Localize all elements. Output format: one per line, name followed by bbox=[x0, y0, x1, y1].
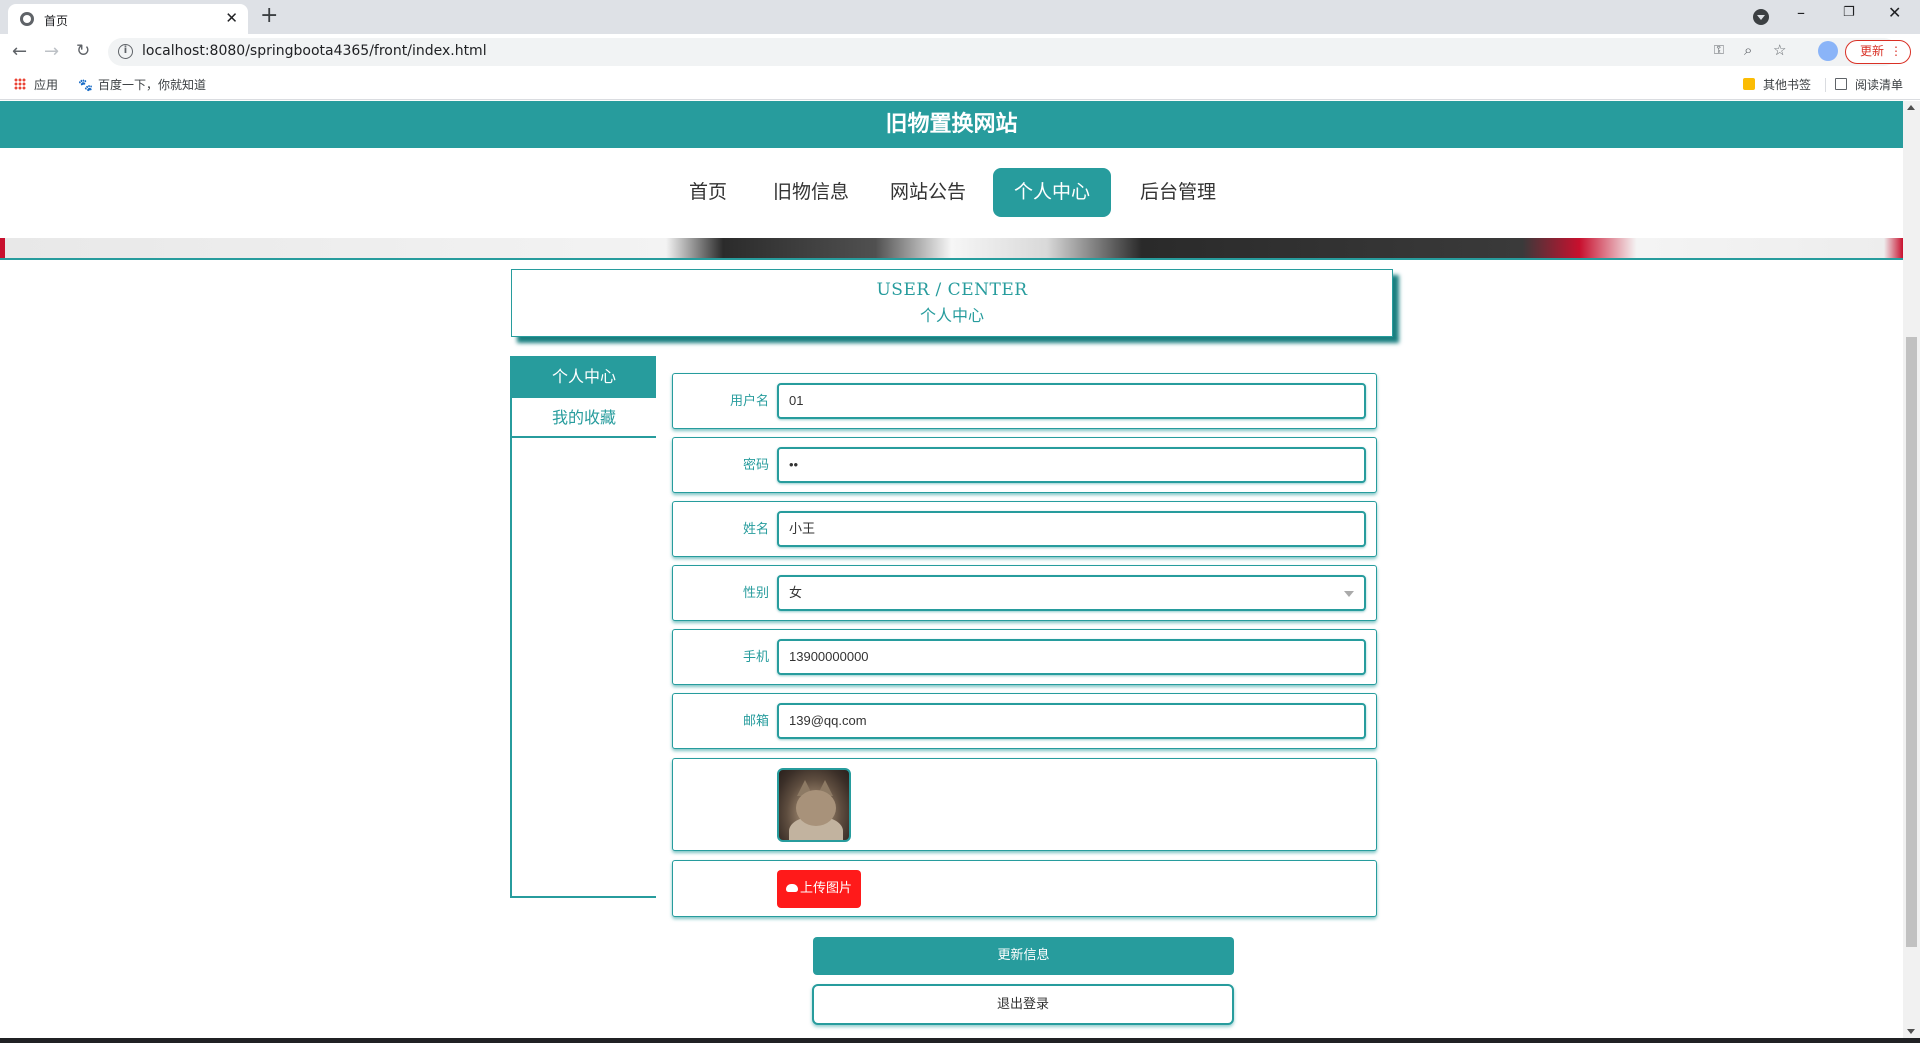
gender-select[interactable]: 女 bbox=[777, 575, 1366, 611]
banner-edge bbox=[0, 238, 5, 258]
nav-admin[interactable]: 后台管理 bbox=[1140, 168, 1216, 217]
side-menu: 个人中心 我的收藏 bbox=[510, 356, 656, 898]
password-label: 密码 bbox=[742, 458, 769, 473]
form-row-phone: 手机 13900000000 bbox=[672, 629, 1377, 685]
section-title-en: USER / CENTER bbox=[876, 280, 1028, 300]
avatar-image[interactable] bbox=[777, 768, 851, 842]
name-input[interactable]: 小王 bbox=[777, 511, 1366, 547]
username-label: 用户名 bbox=[729, 394, 769, 409]
tab-title: 首页 bbox=[44, 14, 69, 28]
browser-tab[interactable]: 首页 ✕ bbox=[8, 4, 248, 34]
browser-toolbar: ← → ↻ i localhost:8080/springboota4365/f… bbox=[0, 34, 1920, 70]
reload-icon[interactable]: ↻ bbox=[76, 41, 90, 61]
browser-tab-bar: 首页 ✕ + – ❐ ✕ bbox=[0, 0, 1920, 34]
bookmark-apps[interactable]: 应用 bbox=[14, 76, 58, 93]
cat-head bbox=[796, 790, 836, 826]
tab-search-icon[interactable] bbox=[1753, 9, 1769, 25]
address-bar[interactable]: i localhost:8080/springboota4365/front/i… bbox=[108, 38, 1898, 66]
apps-icon bbox=[14, 78, 26, 90]
menu-dots-icon: ⋮ bbox=[1890, 44, 1902, 58]
url-text[interactable]: localhost:8080/springboota4365/front/ind… bbox=[142, 43, 487, 59]
bookmark-baidu[interactable]: 🐾 百度一下，你就知道 bbox=[78, 76, 206, 93]
gender-label: 性别 bbox=[742, 586, 769, 601]
chevron-down-icon bbox=[1344, 591, 1354, 597]
page-scrollbar[interactable] bbox=[1903, 101, 1920, 1038]
bookmark-reading-list[interactable]: 阅读清单 bbox=[1835, 76, 1903, 93]
phone-label: 手机 bbox=[742, 650, 769, 665]
gender-value: 女 bbox=[789, 585, 803, 600]
zoom-icon[interactable]: ⌕ bbox=[1744, 41, 1752, 59]
main-nav: 首页 旧物信息 网站公告 个人中心 后台管理 bbox=[0, 148, 1903, 238]
taskbar-edge bbox=[0, 1038, 1920, 1043]
form-row-email: 邮箱 139@qq.com bbox=[672, 693, 1377, 749]
info-icon[interactable]: i bbox=[118, 44, 133, 59]
name-label: 姓名 bbox=[742, 522, 769, 537]
email-label: 邮箱 bbox=[742, 714, 769, 729]
cloud-upload-icon bbox=[785, 884, 798, 892]
folder-icon bbox=[1743, 78, 1755, 90]
form-row-gender: 性别 女 bbox=[672, 565, 1377, 621]
key-icon[interactable]: ⚿ bbox=[1714, 43, 1724, 58]
bookmarks-bar: 应用 🐾 百度一下，你就知道 其他书签 阅读清单 bbox=[0, 70, 1920, 100]
window-close-button[interactable]: ✕ bbox=[1888, 3, 1901, 22]
new-tab-button[interactable]: + bbox=[260, 4, 278, 28]
paw-icon: 🐾 bbox=[78, 78, 93, 92]
nav-home[interactable]: 首页 bbox=[689, 168, 727, 217]
section-title-box: USER / CENTER 个人中心 bbox=[511, 269, 1393, 337]
reading-list-icon bbox=[1835, 78, 1847, 90]
logout-button[interactable]: 退出登录 bbox=[812, 984, 1234, 1025]
forward-icon[interactable]: → bbox=[44, 41, 59, 62]
minimize-button[interactable]: – bbox=[1797, 3, 1805, 22]
bookmark-other[interactable]: 其他书签 bbox=[1743, 76, 1811, 93]
globe-icon bbox=[20, 12, 34, 26]
restore-button[interactable]: ❐ bbox=[1843, 5, 1855, 20]
upload-label: 上传图片 bbox=[799, 881, 852, 896]
update-label: 更新 bbox=[1860, 44, 1885, 58]
password-input[interactable]: •• bbox=[777, 447, 1366, 483]
form-row-upload: 上传图片 bbox=[672, 860, 1377, 917]
bookmark-separator bbox=[1825, 78, 1826, 92]
scroll-up-icon[interactable] bbox=[1907, 105, 1915, 110]
banner-image bbox=[0, 238, 1903, 260]
email-input[interactable]: 139@qq.com bbox=[777, 703, 1366, 739]
update-info-button[interactable]: 更新信息 bbox=[813, 937, 1234, 975]
nav-user-center[interactable]: 个人中心 bbox=[993, 168, 1111, 217]
profile-icon[interactable] bbox=[1818, 41, 1838, 61]
back-icon[interactable]: ← bbox=[12, 41, 27, 62]
form-row-username: 用户名 01 bbox=[672, 373, 1377, 429]
nav-notice[interactable]: 网站公告 bbox=[890, 168, 966, 217]
star-icon[interactable]: ☆ bbox=[1773, 41, 1786, 59]
scroll-down-icon[interactable] bbox=[1907, 1029, 1915, 1034]
scroll-thumb[interactable] bbox=[1906, 337, 1917, 947]
section-title-cn: 个人中心 bbox=[919, 306, 984, 325]
username-input[interactable]: 01 bbox=[777, 383, 1366, 419]
browser-update-button[interactable]: 更新 ⋮ bbox=[1845, 40, 1911, 64]
site-title: 旧物置换网站 bbox=[0, 101, 1903, 148]
phone-input[interactable]: 13900000000 bbox=[777, 639, 1366, 675]
side-item-user-center[interactable]: 个人中心 bbox=[512, 356, 656, 398]
upload-image-button[interactable]: 上传图片 bbox=[777, 870, 861, 908]
form-row-name: 姓名 小王 bbox=[672, 501, 1377, 557]
form-row-password: 密码 •• bbox=[672, 437, 1377, 493]
close-tab-icon[interactable]: ✕ bbox=[225, 9, 238, 27]
form-row-avatar bbox=[672, 758, 1377, 851]
side-item-favorites[interactable]: 我的收藏 bbox=[512, 398, 656, 438]
nav-items[interactable]: 旧物信息 bbox=[773, 168, 849, 217]
